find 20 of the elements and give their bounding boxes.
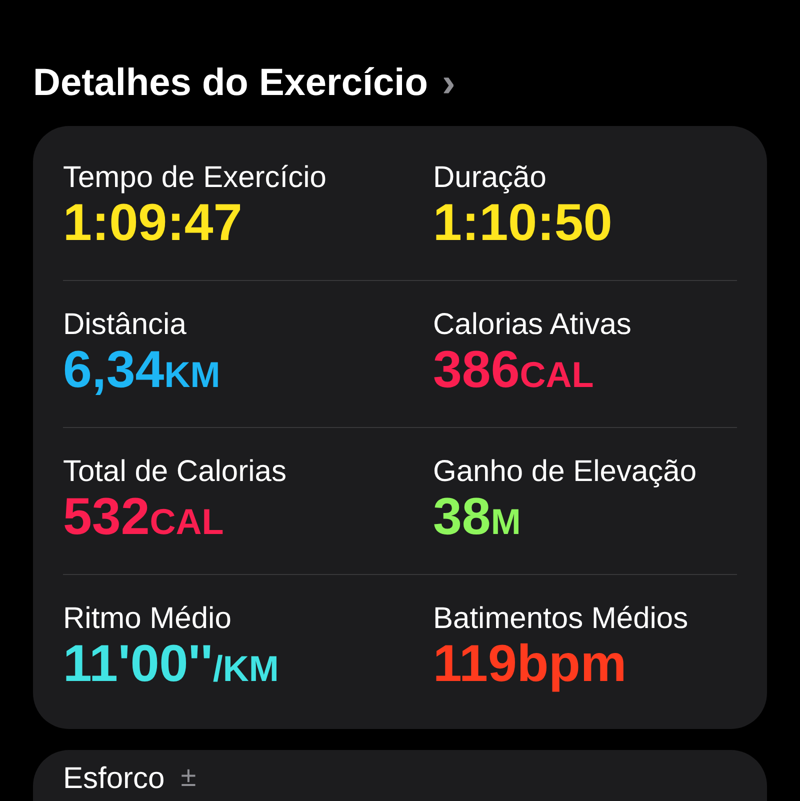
metric-label: Batimentos Médios bbox=[433, 602, 688, 636]
metric-value: 532CAL bbox=[63, 489, 224, 547]
metric-value: 386CAL bbox=[433, 342, 594, 400]
metric-value: 38M bbox=[433, 489, 521, 547]
metric-value: 1:10:50 bbox=[433, 195, 612, 253]
metric-label: Duração bbox=[433, 161, 546, 196]
chevron-icon[interactable]: › bbox=[442, 63, 456, 103]
metric-label: Distância bbox=[63, 308, 186, 342]
section-title: Detalhes do Exercício bbox=[33, 62, 428, 104]
metric-label: Ritmo Médio bbox=[63, 602, 232, 636]
plus-minus-icon: ± bbox=[180, 762, 196, 793]
metric-value: 1:09:47 bbox=[63, 195, 242, 253]
metric-label: Ganho de Elevação bbox=[433, 455, 697, 490]
effort-title: Esforco bbox=[63, 762, 165, 795]
metric-label: Total de Calorias bbox=[63, 455, 286, 490]
metric-value: 11'00''/KM bbox=[63, 636, 279, 694]
metric-value: 6,34KM bbox=[63, 342, 220, 400]
metric-value: 119bpm bbox=[433, 636, 627, 694]
metric-label: Tempo de Exercício bbox=[63, 161, 326, 196]
metric-label: Calorias Ativas bbox=[433, 308, 632, 342]
